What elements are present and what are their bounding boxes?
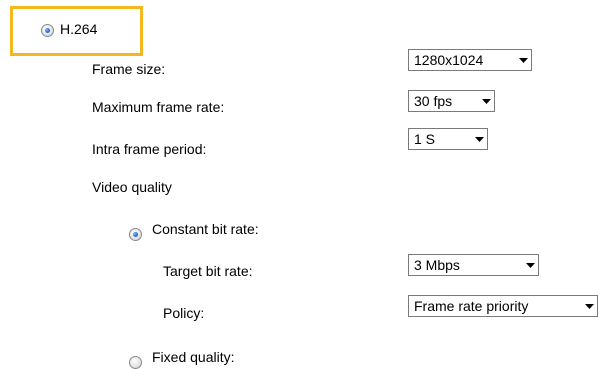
- h264-label: H.264: [60, 21, 98, 37]
- constant-bit-rate-label: Constant bit rate:: [152, 221, 259, 237]
- target-bit-rate-value: 3 Mbps: [414, 257, 460, 273]
- target-bit-rate-select[interactable]: 3 Mbps: [408, 254, 539, 276]
- chevron-down-icon: [515, 57, 531, 63]
- max-frame-rate-select[interactable]: 30 fps: [408, 90, 495, 112]
- fixed-quality-radio[interactable]: [129, 356, 142, 369]
- max-frame-rate-label: Maximum frame rate:: [92, 99, 225, 115]
- video-quality-label: Video quality: [92, 179, 172, 195]
- policy-label: Policy:: [163, 305, 205, 321]
- intra-frame-period-label: Intra frame period:: [92, 141, 207, 157]
- chevron-down-icon: [478, 98, 494, 104]
- h264-radio[interactable]: [41, 24, 54, 37]
- policy-select[interactable]: Frame rate priority: [408, 295, 598, 317]
- fixed-quality-label: Fixed quality:: [152, 349, 235, 365]
- frame-size-select[interactable]: 1280x1024: [408, 49, 532, 71]
- chevron-down-icon: [581, 303, 597, 309]
- intra-frame-period-select[interactable]: 1 S: [408, 128, 488, 150]
- intra-frame-period-value: 1 S: [414, 131, 436, 147]
- chevron-down-icon: [522, 262, 538, 268]
- policy-value: Frame rate priority: [414, 298, 529, 314]
- frame-size-label: Frame size:: [92, 61, 166, 77]
- target-bit-rate-label: Target bit rate:: [163, 263, 253, 279]
- chevron-down-icon: [471, 136, 487, 142]
- max-frame-rate-value: 30 fps: [414, 93, 453, 109]
- frame-size-value: 1280x1024: [414, 52, 484, 68]
- constant-bit-rate-radio[interactable]: [129, 228, 142, 241]
